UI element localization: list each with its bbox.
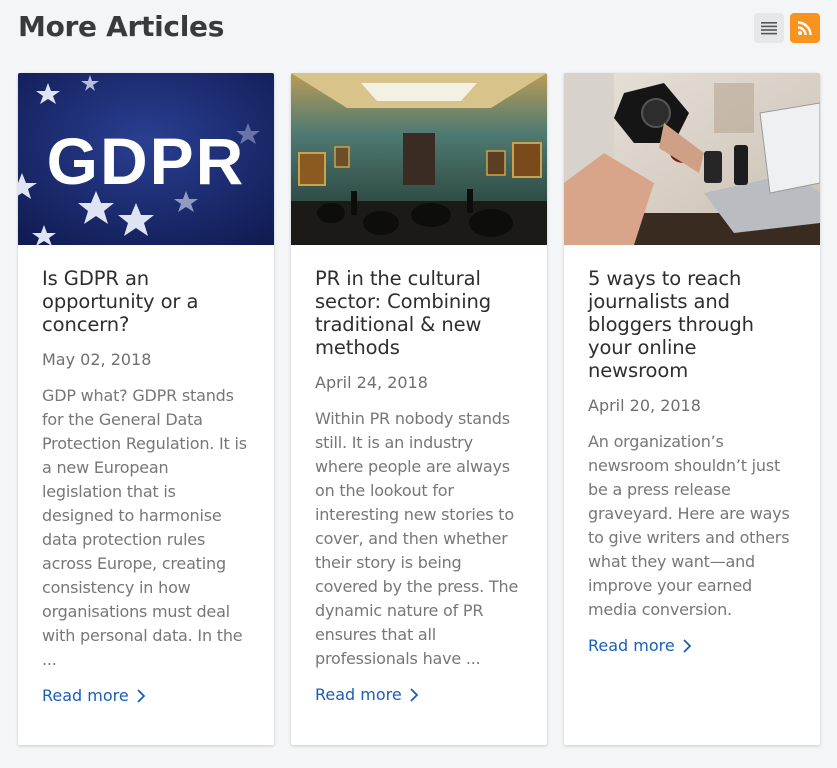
read-more-label: Read more (42, 686, 129, 705)
article-title[interactable]: 5 ways to reach journalists and bloggers… (588, 267, 798, 382)
gdpr-image-text: GDPR (47, 124, 246, 198)
list-view-icon (761, 22, 777, 35)
article-card[interactable]: 5 ways to reach journalists and bloggers… (564, 73, 820, 745)
chevron-right-icon (410, 687, 418, 702)
article-excerpt: An organization’s newsroom shouldn’t jus… (588, 432, 790, 619)
read-more-label: Read more (315, 685, 402, 704)
article-card[interactable]: PR in the cultural sector: Combining tra… (291, 73, 547, 745)
gdpr-flag-image[interactable]: GDPR (18, 73, 274, 245)
article-date: April 24, 2018 (315, 373, 428, 392)
rss-feed-button[interactable] (790, 13, 820, 43)
article-card[interactable]: GDPR Is GDPR an opportunity or a concern… (18, 73, 274, 745)
chevron-right-icon (683, 638, 691, 653)
article-title[interactable]: Is GDPR an opportunity or a concern? (42, 267, 252, 336)
article-date: April 20, 2018 (588, 396, 701, 415)
rss-feed-icon (797, 21, 812, 36)
read-more-link[interactable]: Read more (315, 685, 418, 704)
view-toolbar (754, 13, 820, 43)
list-view-button[interactable] (754, 13, 784, 43)
article-list: GDPR Is GDPR an opportunity or a concern… (18, 73, 820, 745)
chevron-right-icon (137, 688, 145, 703)
article-excerpt: Within PR nobody stands still. It is an … (315, 409, 519, 668)
page-title: More Articles (18, 10, 225, 43)
museum-gallery-image[interactable] (291, 73, 547, 245)
article-date: May 02, 2018 (42, 350, 152, 369)
camera-desk-image[interactable] (564, 73, 820, 245)
article-excerpt: GDP what? GDPR stands for the General Da… (42, 386, 247, 669)
read-more-link[interactable]: Read more (588, 636, 691, 655)
read-more-label: Read more (588, 636, 675, 655)
article-title[interactable]: PR in the cultural sector: Combining tra… (315, 267, 525, 359)
read-more-link[interactable]: Read more (42, 686, 145, 705)
